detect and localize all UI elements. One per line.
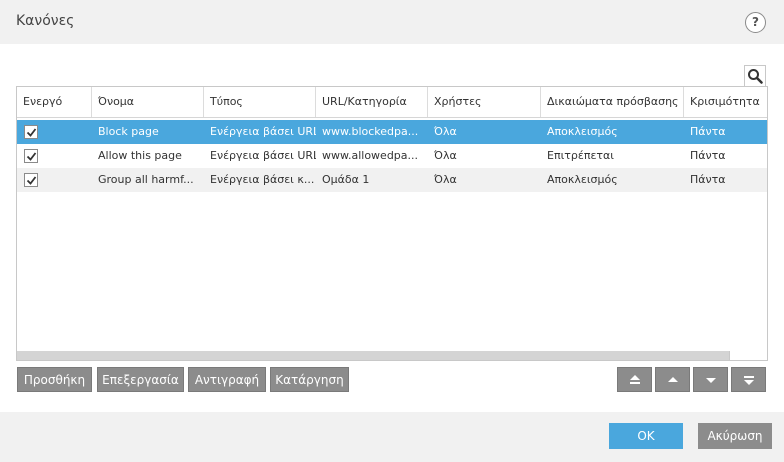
rule-severity: Πάντα xyxy=(690,125,726,138)
edit-button[interactable]: Επεξεργασία xyxy=(97,367,184,392)
column-header-users[interactable]: Χρήστες xyxy=(428,87,541,117)
add-button[interactable]: Προσθήκη xyxy=(17,367,92,392)
active-checkbox[interactable] xyxy=(24,173,38,187)
remove-button[interactable]: Κατάργηση xyxy=(270,367,349,392)
move-top-button[interactable] xyxy=(617,367,652,392)
search-button[interactable] xyxy=(744,65,766,87)
move-top-icon xyxy=(630,375,640,384)
rule-access: Αποκλεισμός xyxy=(547,125,618,138)
rule-type: Ενέργεια βάσει κ... xyxy=(210,173,315,186)
rule-users: Όλα xyxy=(434,149,457,162)
rule-url: www.blockedpa... xyxy=(322,125,419,138)
window-title: Κανόνες xyxy=(16,13,75,29)
column-header-name[interactable]: Όνομα xyxy=(92,87,204,117)
table-row[interactable]: Group all harmf... Ενέργεια βάσει κ... Ο… xyxy=(17,168,767,192)
search-icon xyxy=(748,69,763,84)
move-bottom-icon xyxy=(744,376,754,385)
move-bottom-button[interactable] xyxy=(731,367,766,392)
active-checkbox[interactable] xyxy=(24,125,38,139)
table-row[interactable]: Allow this page Ενέργεια βάσει URL www.a… xyxy=(17,144,767,168)
ok-button[interactable]: OK xyxy=(609,423,683,449)
rule-users: Όλα xyxy=(434,173,457,186)
column-header-active[interactable]: Ενεργό xyxy=(17,87,92,117)
rule-access: Επιτρέπεται xyxy=(547,149,615,162)
rule-name: Group all harmf... xyxy=(98,173,194,186)
rule-severity: Πάντα xyxy=(690,173,726,186)
checkbox-checked-icon xyxy=(26,128,37,137)
move-up-icon xyxy=(668,377,678,382)
cancel-button[interactable]: Ακύρωση xyxy=(698,423,772,449)
scrollbar-corner xyxy=(729,351,767,360)
table-header: Ενεργό Όνομα Τύπος URL/Κατηγορία Χρήστες… xyxy=(17,87,767,118)
checkbox-checked-icon xyxy=(26,176,37,185)
title-bar: Κανόνες ? xyxy=(0,0,784,44)
column-header-severity[interactable]: Κρισιμότητα xyxy=(684,87,767,117)
rule-name: Block page xyxy=(98,125,159,138)
rules-table: Ενεργό Όνομα Τύπος URL/Κατηγορία Χρήστες… xyxy=(16,86,768,361)
rule-access: Αποκλεισμός xyxy=(547,173,618,186)
checkbox-checked-icon xyxy=(26,152,37,161)
column-header-access[interactable]: Δικαιώματα πρόσβασης xyxy=(541,87,684,117)
rule-url: Ομάδα 1 xyxy=(322,173,370,186)
rule-type: Ενέργεια βάσει URL xyxy=(210,149,316,162)
rule-users: Όλα xyxy=(434,125,457,138)
column-header-url[interactable]: URL/Κατηγορία xyxy=(316,87,428,117)
rule-type: Ενέργεια βάσει URL xyxy=(210,125,316,138)
copy-button[interactable]: Αντιγραφή xyxy=(188,367,266,392)
active-checkbox[interactable] xyxy=(24,149,38,163)
move-up-button[interactable] xyxy=(655,367,690,392)
move-down-icon xyxy=(706,378,716,383)
horizontal-scrollbar[interactable] xyxy=(17,351,767,360)
help-button[interactable]: ? xyxy=(745,12,766,33)
move-down-button[interactable] xyxy=(693,367,728,392)
rule-url: www.allowedpa... xyxy=(322,149,419,162)
rule-severity: Πάντα xyxy=(690,149,726,162)
column-header-type[interactable]: Τύπος xyxy=(204,87,316,117)
table-row[interactable]: Block page Ενέργεια βάσει URL www.blocke… xyxy=(17,120,767,144)
rule-name: Allow this page xyxy=(98,149,182,162)
